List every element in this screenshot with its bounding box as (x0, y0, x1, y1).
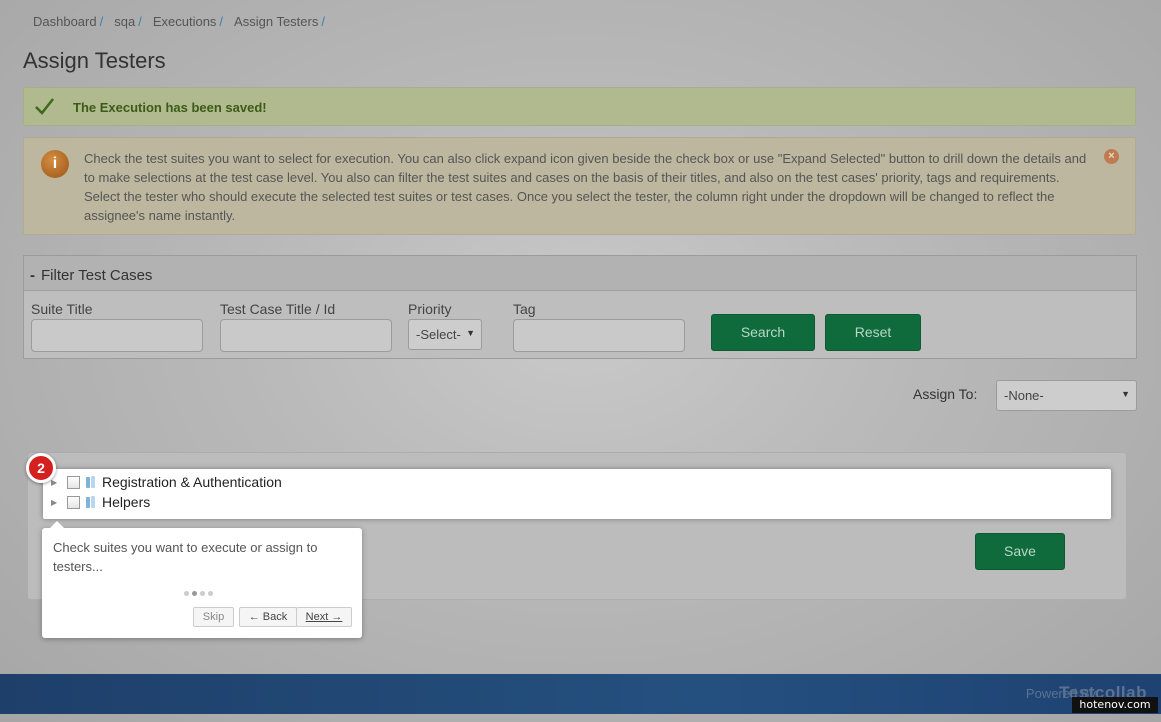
folder-icon (86, 476, 95, 488)
tour-progress-dots (184, 591, 213, 596)
success-alert: The Execution has been saved! (23, 87, 1136, 126)
close-icon[interactable]: × (1104, 149, 1119, 164)
tag-label: Tag (513, 301, 536, 317)
expand-icon[interactable]: ▶ (51, 478, 65, 487)
tag-input[interactable] (513, 319, 685, 352)
suite-checkbox[interactable] (67, 495, 80, 509)
filter-panel: - Filter Test Cases Suite Title Test Case… (23, 255, 1137, 359)
info-alert: i Check the test suites you want to sele… (23, 137, 1136, 235)
suite-tree: ▶ Registration & Authentication ▶ Helper… (43, 469, 1111, 519)
folder-icon (86, 496, 95, 508)
progress-dot (184, 591, 189, 596)
breadcrumb-dashboard[interactable]: Dashboard / (33, 14, 103, 29)
popover-pointer (50, 521, 64, 528)
tree-item-label: Helpers (102, 494, 151, 510)
tree-item[interactable]: ▶ Helpers (51, 492, 150, 512)
tree-item[interactable]: ▶ Registration & Authentication (51, 472, 282, 492)
progress-dot (208, 591, 213, 596)
breadcrumb-current: Assign Testers / (234, 14, 325, 29)
test-case-label: Test Case Title / Id (220, 301, 336, 317)
priority-select[interactable]: -Select- ▼ (408, 319, 482, 350)
tree-item-label: Registration & Authentication (102, 474, 282, 490)
assign-selected-value: -None- (1004, 388, 1044, 403)
filter-title: Filter Test Cases (41, 267, 153, 284)
breadcrumb: Dashboard / sqa / Executions / Assign Teste… (33, 14, 336, 29)
tour-back-button[interactable]: ← Back (239, 607, 297, 627)
expand-icon[interactable]: ▶ (51, 498, 65, 507)
collapse-icon[interactable]: - (30, 267, 35, 284)
tour-skip-button[interactable]: Skip (193, 607, 234, 627)
info-icon: i (41, 150, 69, 178)
assign-to-label: Assign To: (913, 386, 978, 402)
suite-title-input[interactable] (31, 319, 203, 352)
breadcrumb-project[interactable]: sqa / (114, 14, 142, 29)
info-text: Check the test suites you want to select… (84, 151, 1087, 223)
save-button[interactable]: Save (975, 533, 1065, 570)
tour-content: Check suites you want to execute or assi… (53, 540, 318, 574)
breadcrumb-executions[interactable]: Executions / (153, 14, 223, 29)
tour-step-badge: 2 (26, 453, 56, 483)
filter-header[interactable]: - Filter Test Cases (24, 256, 1136, 291)
checkmark-icon (35, 98, 54, 115)
assign-to-select[interactable]: -None- ▼ (996, 380, 1137, 411)
footer: Powered By Testcollab (0, 674, 1161, 714)
reset-button[interactable]: Reset (825, 314, 921, 351)
test-case-input[interactable] (220, 319, 392, 352)
search-button[interactable]: Search (711, 314, 815, 351)
tour-popover: Check suites you want to execute or assi… (42, 521, 362, 638)
dropdown-arrow-icon: ▼ (1121, 389, 1130, 399)
page-title: Assign Testers (23, 48, 166, 73)
watermark: hotenov.com (1072, 697, 1158, 713)
success-message: The Execution has been saved! (73, 100, 267, 115)
priority-selected-value: -Select- (416, 327, 461, 342)
page-backdrop: Dashboard / sqa / Executions / Assign Teste… (0, 0, 1161, 722)
progress-dot-active (192, 591, 197, 596)
suite-title-label: Suite Title (31, 301, 93, 317)
progress-dot (200, 591, 205, 596)
dropdown-arrow-icon: ▼ (466, 328, 475, 338)
suite-checkbox[interactable] (67, 475, 80, 489)
priority-label: Priority (408, 301, 452, 317)
tour-next-button[interactable]: Next → (296, 607, 352, 627)
